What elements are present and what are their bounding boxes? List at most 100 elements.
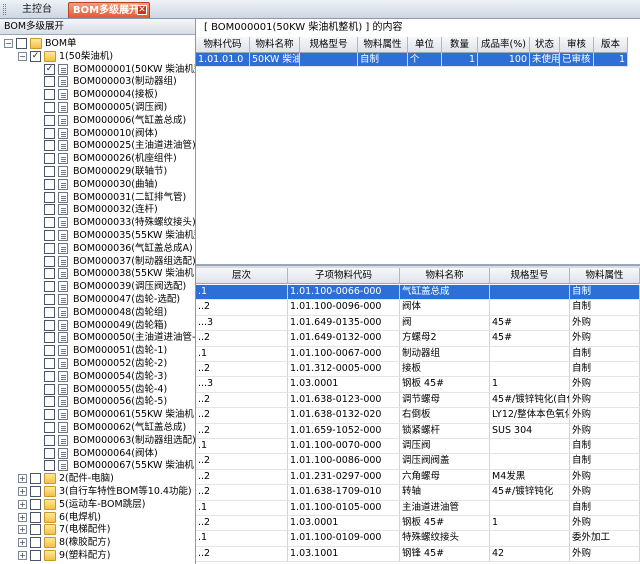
expand-icon[interactable]: + xyxy=(18,538,27,548)
tree-node-group[interactable]: +8(橡胶配方) xyxy=(0,536,195,549)
content-grid-column-header[interactable]: 版本 xyxy=(594,37,628,53)
tree-node-checkbox[interactable] xyxy=(30,473,41,485)
tree-node-bom[interactable]: BOM000026(机座组件) xyxy=(0,152,195,165)
expand-icon[interactable]: + xyxy=(18,487,27,496)
tree-node-checkbox[interactable] xyxy=(44,370,55,382)
expand-grid-row[interactable]: .1 1.01.100-0109-000 特殊螺纹接头 委外加工 xyxy=(196,531,640,547)
tree-node-bom[interactable]: BOM000036(气缸盖总成A) xyxy=(0,242,195,255)
tree-node-checkbox[interactable] xyxy=(44,383,55,395)
tree-node-checkbox[interactable] xyxy=(16,38,27,49)
tree-node-checkbox[interactable] xyxy=(44,434,55,446)
tree-node-checkbox[interactable]: ✓ xyxy=(44,63,55,75)
tree-node-bom[interactable]: BOM000047(齿轮-选配) xyxy=(0,293,195,306)
tree-node-checkbox[interactable] xyxy=(44,306,55,318)
tree-node-bom[interactable]: BOM000032(连杆) xyxy=(0,203,195,216)
tree-node-group[interactable]: +2(配件-电脑) xyxy=(0,472,195,485)
expand-grid-row[interactable]: ..2 1.01.100-0086-000 调压阀阀盖 自制 xyxy=(196,454,640,470)
content-grid-column-header[interactable]: 单位 xyxy=(408,37,442,53)
content-grid-column-header[interactable]: 审核 xyxy=(560,37,594,53)
tree-node-checkbox[interactable] xyxy=(44,127,55,139)
expand-grid-column-header[interactable]: 物料属性 xyxy=(570,268,640,284)
tree-node-group[interactable]: +3(自行车特性BOM等10.4功能) xyxy=(0,485,195,498)
content-grid-column-header[interactable]: 状态 xyxy=(530,37,560,53)
tree-node-group[interactable]: +5(运动车-BOM跳层) xyxy=(0,498,195,511)
expand-grid-column-header[interactable]: 子项物料代码 xyxy=(288,268,400,284)
tab-bom-expand[interactable]: BOM多级展开 ✕ xyxy=(68,2,150,18)
tree-node-bom[interactable]: BOM000029(联轴节) xyxy=(0,165,195,178)
content-grid-column-header[interactable]: 规格型号 xyxy=(300,37,358,53)
tree-node-checkbox[interactable] xyxy=(44,230,55,241)
tree-node-checkbox[interactable] xyxy=(44,345,55,357)
tree-node-bom[interactable]: BOM000052(齿轮-2) xyxy=(0,357,195,370)
tree-node-bom[interactable]: ✓ BOM000001(50KW 柴油机整机 xyxy=(0,63,195,76)
tree-node-bom[interactable]: BOM000025(主油道进油管) xyxy=(0,139,195,152)
expand-grid-row[interactable]: ...3 1.03.0001 钢板 45# 1 外购 xyxy=(196,377,640,393)
tree-node-bom[interactable]: BOM000033(特殊螺纹接头) xyxy=(0,216,195,229)
content-grid-column-header[interactable]: 物料代码 xyxy=(196,37,250,53)
tree-node-checkbox[interactable] xyxy=(30,537,41,549)
expand-grid-row[interactable]: ..2 1.03.1001 钢锋 45# 42 外购 xyxy=(196,546,640,563)
tree-node-checkbox[interactable]: ✓ xyxy=(30,50,41,62)
tree-node-checkbox[interactable] xyxy=(44,217,55,229)
tree-node-checkbox[interactable] xyxy=(44,191,55,203)
tree-node-group[interactable]: +6(电焊机) xyxy=(0,511,195,524)
tree-node-checkbox[interactable] xyxy=(44,422,55,433)
expand-icon[interactable]: + xyxy=(18,512,27,522)
tree-node-checkbox[interactable] xyxy=(44,319,55,331)
collapse-icon[interactable]: − xyxy=(18,51,27,61)
expand-grid-column-header[interactable]: 物料名称 xyxy=(400,268,490,284)
expand-icon[interactable]: + xyxy=(18,499,27,509)
tree-node-checkbox[interactable] xyxy=(44,268,55,280)
tree-node-bom[interactable]: BOM000062(气缸盖总成) xyxy=(0,421,195,434)
tree-node-bom[interactable]: BOM000031(二缸排气管) xyxy=(0,191,195,204)
tree-node-checkbox[interactable] xyxy=(44,332,55,344)
expand-grid-row[interactable]: .1 1.01.100-0067-000 制动器组 自制 xyxy=(196,346,640,362)
tree-node-bom[interactable]: BOM000038(55KW 柴油机 B选 xyxy=(0,267,195,280)
tree-node-bom[interactable]: BOM000051(齿轮-1) xyxy=(0,344,195,357)
expand-icon[interactable]: + xyxy=(18,551,27,560)
expand-grid-row[interactable]: ..2 1.01.649-0132-000 方螺母2 45# 外购 xyxy=(196,331,640,347)
bom-tree[interactable]: −BOM单−✓1(50柴油机)✓BOM000001(50KW 柴油机整机BOM0… xyxy=(0,35,195,562)
tree-node-group[interactable]: +9(塑料配方) xyxy=(0,549,195,562)
tree-node-checkbox[interactable] xyxy=(44,76,55,88)
tree-node-bom[interactable]: BOM000035(55KW 柴油机整机 xyxy=(0,229,195,242)
tree-node-bom[interactable]: BOM000056(齿轮-5) xyxy=(0,395,195,408)
tree-node-checkbox[interactable] xyxy=(44,242,55,254)
tree-node-bom[interactable]: BOM000055(齿轮-4) xyxy=(0,383,195,396)
tree-node-bom[interactable]: BOM000061(55KW 柴油机 A选 xyxy=(0,408,195,421)
tree-node-checkbox[interactable] xyxy=(30,524,41,536)
tree-node-checkbox[interactable] xyxy=(44,166,55,177)
close-icon[interactable]: ✕ xyxy=(137,5,147,15)
tree-node-checkbox[interactable] xyxy=(44,102,55,113)
expand-grid-row[interactable]: .1 1.01.100-0105-000 主油道进油管 自制 xyxy=(196,500,640,516)
tree-node-checkbox[interactable] xyxy=(30,511,41,523)
content-grid-column-header[interactable]: 物料名称 xyxy=(250,37,300,53)
tree-node-group[interactable]: +7(电梯配件) xyxy=(0,523,195,536)
content-grid-column-header[interactable]: 成品率(%) xyxy=(478,37,530,53)
content-grid-column-header[interactable]: 物料属性 xyxy=(358,37,408,53)
tree-node-checkbox[interactable] xyxy=(44,140,55,152)
tree-node-bom[interactable]: BOM000039(调压阀选配) xyxy=(0,280,195,293)
collapse-icon[interactable]: − xyxy=(4,39,13,48)
tree-node-group[interactable]: − BOM单 xyxy=(0,37,195,50)
expand-grid-row[interactable]: ..2 1.03.0001 钢板 45# 1 外购 xyxy=(196,516,640,532)
tree-node-bom[interactable]: BOM000005(调压阀) xyxy=(0,101,195,114)
tree-node-checkbox[interactable] xyxy=(44,114,55,126)
expand-grid-row[interactable]: ..2 1.01.231-0297-000 六角螺母 M4发黑 外购 xyxy=(196,469,640,486)
tree-node-bom[interactable]: BOM000003(制动器组) xyxy=(0,75,195,88)
content-grid-row[interactable]: 1.01.01.0 50KW 柴油 自制个 1 100 未使用 已审核 1 xyxy=(196,53,628,67)
tree-node-checkbox[interactable] xyxy=(44,294,55,305)
expand-grid-row[interactable]: ..2 1.01.638-0132-020 右倒板 LY12/整体本色氧化 外购 xyxy=(196,408,640,424)
tree-node-bom[interactable]: BOM000037(制动器组选配) xyxy=(0,255,195,268)
expand-grid-row[interactable]: .1 1.01.100-0070-000 调压阀 自制 xyxy=(196,439,640,455)
tree-node-checkbox[interactable] xyxy=(44,89,55,101)
tree-node-checkbox[interactable] xyxy=(44,153,55,165)
tree-node-bom[interactable]: BOM000067(55KW 柴油机 B选 xyxy=(0,459,195,472)
tree-node-bom[interactable]: BOM000006(气缸盖总成) xyxy=(0,114,195,127)
tree-node-checkbox[interactable] xyxy=(44,358,55,369)
tree-node-bom[interactable]: BOM000048(齿轮组) xyxy=(0,306,195,319)
tree-node-checkbox[interactable] xyxy=(44,409,55,421)
tree-node-bom[interactable]: BOM000064(阀体) xyxy=(0,447,195,460)
expand-grid-row[interactable]: ...3 1.01.649-0135-000 阀 45# 外购 xyxy=(196,315,640,332)
expand-grid-row[interactable]: ..2 1.01.100-0096-000 阀体 自制 xyxy=(196,300,640,316)
